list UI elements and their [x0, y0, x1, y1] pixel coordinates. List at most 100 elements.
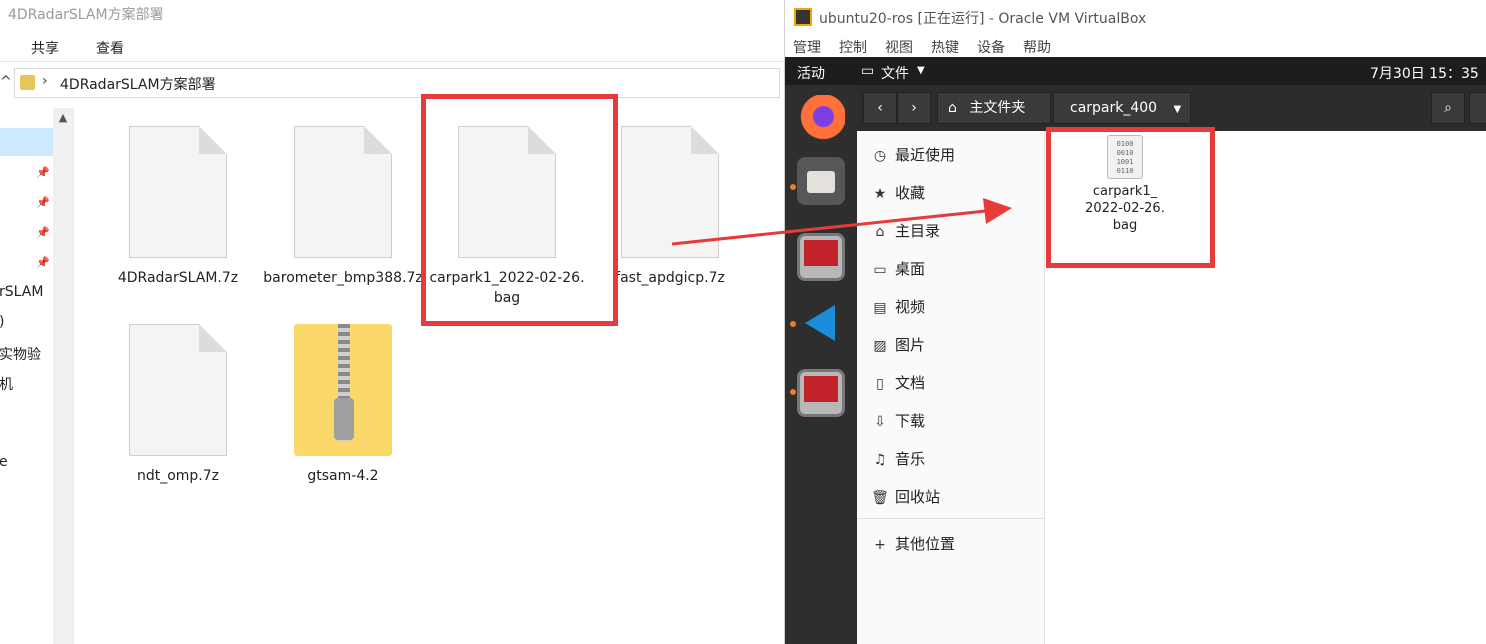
file-icon [129, 126, 227, 258]
sidebar-label: 下载 [895, 412, 926, 430]
download-icon: ⇩ [874, 414, 886, 430]
sidebar-label: 其他位置 [895, 535, 956, 553]
virtualbox-icon [794, 8, 812, 26]
file-label: 4DRadarSLAM.7z [117, 270, 239, 286]
file-icon [294, 126, 392, 258]
caret-down-icon: ▼ [1173, 104, 1182, 115]
address-path[interactable]: 4DRadarSLAM方案部署 [60, 74, 216, 94]
folder-outline-icon: ▭ [861, 63, 875, 79]
file-explorer-window: 4DRadarSLAM方案部署 共享 查看 ^ › 4DRadarSLAM方案部… [0, 0, 784, 644]
pin-icon: 📌 [36, 166, 50, 179]
sidebar-label: 文档 [895, 374, 926, 392]
sidebar-item-downloads[interactable]: ⇩ 下载 [871, 410, 925, 440]
virtualbox-window: ubuntu20-ros [正在运行] - Oracle VM VirtualB… [784, 0, 1486, 644]
sidebar-item-other-locations[interactable]: + 其他位置 [871, 533, 955, 563]
window-title: 4DRadarSLAM方案部署 [8, 7, 164, 23]
back-arrow-icon[interactable]: ‹ [863, 92, 897, 124]
sidebar-item-desktop[interactable]: ▭ 桌面 [871, 258, 925, 288]
picture-icon: ▨ [873, 338, 887, 354]
pin-icon: 📌 [36, 196, 50, 209]
ubuntu-top-bar: 活动 ▭ 文件 ▼ 7月30日 15：35 [785, 57, 1486, 85]
chevron-right-icon[interactable]: › [42, 73, 48, 89]
nav-scrollbar[interactable]: ▲ [53, 108, 73, 644]
sidebar-item-trash[interactable]: 🗑 回收站 [871, 486, 940, 516]
file-item-gtsam[interactable]: gtsam-4.2 [263, 324, 423, 486]
file-label: gtsam-4.2 [307, 468, 379, 484]
folder-icon [20, 75, 35, 90]
nav-selected-item[interactable] [0, 128, 53, 156]
sidebar-label: 音乐 [895, 450, 926, 468]
files-app-icon[interactable] [797, 157, 845, 205]
zip-folder-icon [294, 324, 392, 456]
home-icon: ⌂ [875, 224, 885, 240]
file-label: ndt_omp.7z [136, 468, 220, 484]
view-toggle-button[interactable] [1469, 92, 1486, 124]
up-arrow-icon[interactable]: ^ [0, 74, 12, 90]
activities-button[interactable]: 活动 [797, 63, 825, 83]
nav-item[interactable]: ) [0, 314, 4, 330]
tab-view[interactable]: 查看 [96, 38, 124, 58]
menu-control[interactable]: 控制 [839, 37, 867, 57]
recent-icon: ◷ [873, 148, 887, 164]
tab-share[interactable]: 共享 [31, 38, 59, 58]
trash-icon: 🗑 [871, 490, 889, 506]
menu-view[interactable]: 视图 [885, 37, 913, 57]
app-menu[interactable]: 文件 [881, 63, 909, 83]
menu-manage[interactable]: 管理 [793, 37, 821, 57]
star-icon: ★ [873, 186, 887, 202]
sidebar-item-pictures[interactable]: ▨ 图片 [871, 334, 925, 364]
home-label: 主文件夹 [969, 100, 1026, 116]
terminal-icon[interactable] [797, 233, 845, 281]
file-item-barometer[interactable]: barometer_bmp388.7z [263, 126, 423, 288]
home-path-button[interactable]: ⌂ 主文件夹 [937, 92, 1051, 124]
desktop-icon: ▭ [873, 262, 887, 278]
search-icon[interactable]: ⌕ [1431, 92, 1465, 124]
plus-icon: + [874, 537, 886, 553]
highlight-box-target [1046, 127, 1215, 268]
pin-icon: 📌 [36, 226, 50, 239]
sidebar-item-starred[interactable]: ★ 收藏 [871, 182, 925, 212]
menu-help[interactable]: 帮助 [1023, 37, 1051, 57]
sidebar-item-videos[interactable]: ▤ 视频 [871, 296, 925, 326]
file-icon [129, 324, 227, 456]
nav-item[interactable]: 实物验 [0, 344, 41, 364]
nav-item[interactable]: e [0, 454, 8, 470]
ribbon: 共享 查看 [0, 30, 784, 62]
video-icon: ▤ [873, 300, 887, 316]
current-folder-button[interactable]: carpark_400 ▼ [1053, 92, 1191, 124]
nav-item[interactable]: rSLAM [0, 284, 43, 300]
firefox-icon[interactable] [797, 95, 845, 143]
highlight-box-source [421, 94, 618, 326]
sidebar-item-music[interactable]: ♫ 音乐 [871, 448, 925, 478]
sidebar-item-documents[interactable]: ▯ 文档 [871, 372, 925, 402]
address-bar[interactable]: ^ › 4DRadarSLAM方案部署 [0, 68, 784, 98]
menu-devices[interactable]: 设备 [977, 37, 1005, 57]
sidebar-item-home[interactable]: ⌂ 主目录 [871, 220, 940, 250]
clock[interactable]: 7月30日 15：35 [1370, 63, 1479, 83]
pin-icon: 📌 [36, 256, 50, 269]
document-icon: ▯ [876, 376, 884, 392]
caret-down-icon[interactable]: ▼ [917, 65, 925, 76]
file-item-4dradarslam[interactable]: 4DRadarSLAM.7z [98, 126, 258, 288]
menu-hotkey[interactable]: 热键 [931, 37, 959, 57]
vscode-icon[interactable] [797, 299, 845, 347]
file-label: barometer_bmp388.7z [263, 270, 423, 286]
window-title: ubuntu20-ros [正在运行] - Oracle VM VirtualB… [819, 11, 1147, 27]
sidebar-item-recent[interactable]: ◷ 最近使用 [871, 144, 955, 174]
sidebar-divider [857, 518, 1045, 519]
nav-item[interactable]: 机 [0, 374, 13, 394]
home-icon: ⌂ [948, 100, 957, 116]
running-indicator [790, 321, 796, 327]
running-indicator [790, 184, 796, 190]
terminal-icon[interactable] [797, 369, 845, 417]
sidebar-label: 桌面 [895, 260, 926, 278]
music-icon: ♫ [873, 452, 887, 468]
file-item-ndt-omp[interactable]: ndt_omp.7z [98, 324, 258, 486]
sidebar-label: 视频 [895, 298, 926, 316]
ubuntu-dock [785, 85, 857, 644]
forward-arrow-icon[interactable]: › [897, 92, 931, 124]
places-sidebar: ◷ 最近使用 ★ 收藏 ⌂ 主目录 ▭ 桌面 ▤ 视频 ▨ 图片 ▯ 文档 ⇩ 下载 ♫ 音乐 🗑… [857, 131, 1045, 644]
file-icon [621, 126, 719, 258]
scroll-up-icon[interactable]: ▲ [53, 108, 73, 128]
sidebar-label: 图片 [895, 336, 926, 354]
